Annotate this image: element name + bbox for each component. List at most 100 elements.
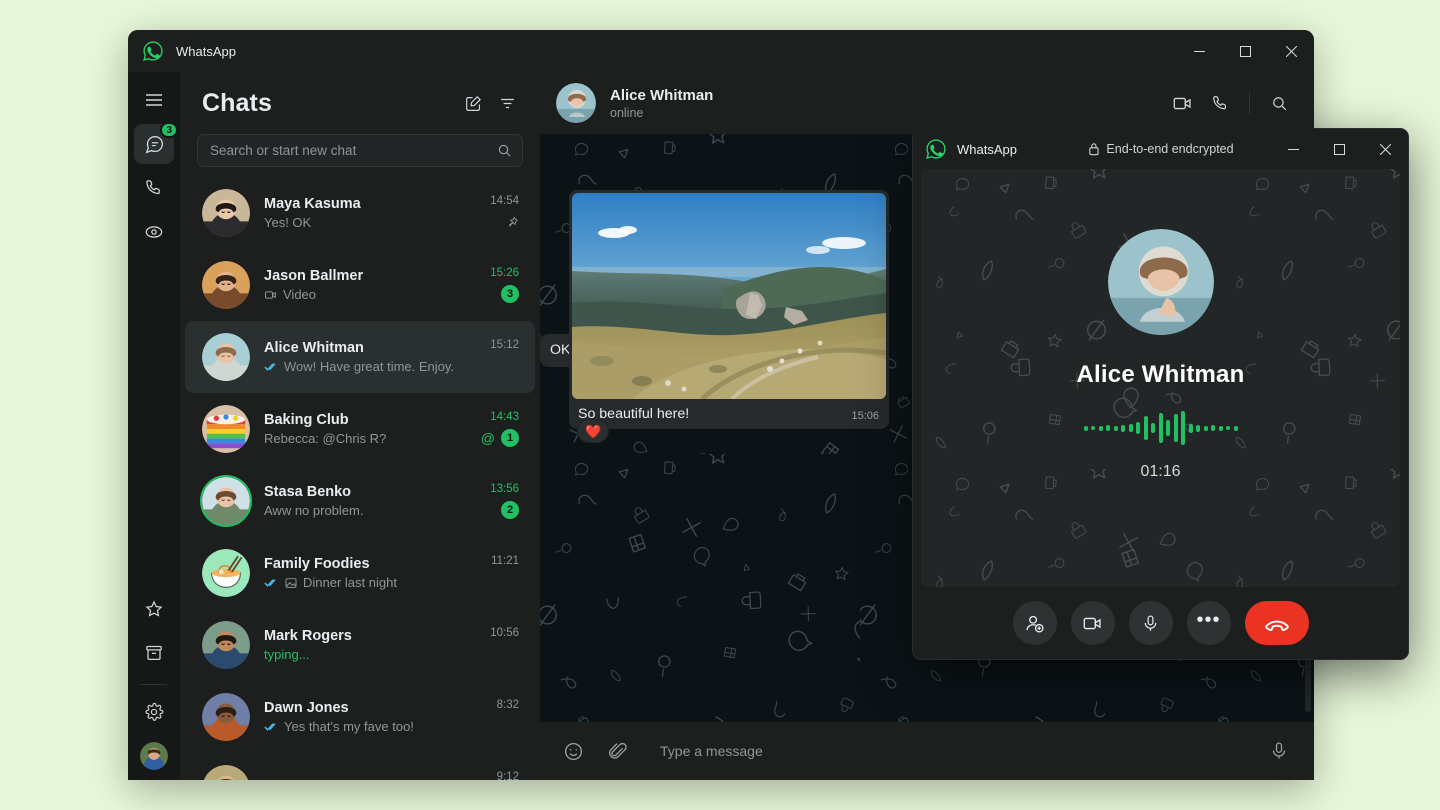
contact-avatar[interactable]: [202, 405, 250, 453]
waveform-bar: [1114, 426, 1118, 431]
chat-item-body: Baking ClubRebecca: @Chris R?: [264, 412, 471, 446]
message-photo[interactable]: [572, 193, 886, 399]
call-close-button[interactable]: [1362, 129, 1408, 169]
encryption-text: End-to-end endcrypted: [1106, 142, 1233, 156]
waveform-bar: [1226, 426, 1230, 430]
new-chat-icon[interactable]: [456, 86, 490, 120]
call-titlebar: WhatsApp End-to-end endcrypted: [913, 129, 1408, 169]
chat-list-item[interactable]: Dawn JonesYes that's my fave too!8:32: [185, 681, 535, 753]
chat-item-preview: typing...: [264, 647, 471, 662]
chat-list-item[interactable]: Ziggy Woodley9:12: [185, 753, 535, 780]
sidebar-item-calls[interactable]: [134, 168, 174, 208]
conversation-search-icon[interactable]: [1262, 86, 1296, 120]
maximize-button[interactable]: [1222, 30, 1268, 72]
chat-list-item[interactable]: Maya KasumaYes! OK14:54: [185, 177, 535, 249]
microphone-icon[interactable]: [1264, 736, 1294, 766]
contact-avatar[interactable]: [202, 621, 250, 669]
chat-item-indicators: [505, 213, 519, 231]
chat-item-body: Stasa BenkoAww no problem.: [264, 484, 471, 518]
toggle-video-button[interactable]: [1071, 601, 1115, 645]
call-stage: Alice Whitman 01:16: [921, 169, 1400, 587]
chat-item-meta: 10:56: [479, 627, 519, 663]
chat-item-meta: 15:263: [479, 267, 519, 303]
video-icon: [264, 288, 278, 302]
video-call-icon[interactable]: [1165, 86, 1199, 120]
more-options-button[interactable]: •••: [1187, 601, 1231, 645]
chat-item-meta: 8:32: [479, 699, 519, 735]
chat-item-meta: 9:12: [479, 771, 519, 780]
chat-item-time: 11:21: [491, 555, 519, 567]
chat-item-preview: Wow! Have great time. Enjoy.: [264, 359, 471, 374]
sidebar-item-settings[interactable]: [134, 692, 174, 732]
contact-avatar[interactable]: [202, 549, 250, 597]
preview-text: typing...: [264, 647, 310, 662]
chat-item-time: 13:56: [490, 483, 519, 495]
contact-avatar[interactable]: [202, 333, 250, 381]
minimize-button[interactable]: [1176, 30, 1222, 72]
attach-icon[interactable]: [602, 736, 632, 766]
chat-list-item[interactable]: Family FoodiesDinner last night 11:21: [185, 537, 535, 609]
chat-item-body: Family FoodiesDinner last night: [264, 556, 471, 590]
contact-status: online: [610, 106, 1165, 120]
toggle-mute-button[interactable]: [1129, 601, 1173, 645]
chat-item-time: 15:26: [490, 267, 519, 279]
message-input[interactable]: Type a message: [646, 743, 1250, 759]
chat-item-preview: Video: [264, 287, 471, 302]
sidebar-item-chats[interactable]: 3: [134, 124, 174, 164]
contact-avatar[interactable]: [202, 189, 250, 237]
close-button[interactable]: [1268, 30, 1314, 72]
chat-list-item[interactable]: Stasa BenkoAww no problem.13:562: [185, 465, 535, 537]
call-duration: 01:16: [1140, 463, 1180, 481]
contact-avatar[interactable]: [556, 83, 596, 123]
lock-icon: [1087, 142, 1099, 156]
profile-avatar[interactable]: [140, 742, 168, 770]
photo-icon: [284, 576, 298, 590]
contact-avatar[interactable]: [202, 477, 250, 525]
chat-item-name: Dawn Jones: [264, 700, 471, 716]
rail-divider: [141, 684, 167, 685]
chat-list-pane: Chats Search or start new chat: [180, 72, 540, 780]
chat-list-item[interactable]: Baking ClubRebecca: @Chris R?14:43@1: [185, 393, 535, 465]
chat-item-meta: 13:562: [479, 483, 519, 519]
unread-badge: 1: [501, 429, 519, 447]
chat-item-time: 15:12: [490, 339, 519, 351]
sidebar-item-archived[interactable]: [134, 633, 174, 673]
chat-item-preview: Rebecca: @Chris R?: [264, 431, 471, 446]
call-minimize-button[interactable]: [1270, 129, 1316, 169]
filter-icon[interactable]: [490, 86, 524, 120]
read-receipt-icon: [264, 361, 279, 372]
image-message-bubble[interactable]: So beautiful here! 15:06 ❤️: [569, 190, 889, 429]
waveform-bar: [1121, 425, 1125, 432]
search-container: Search or start new chat: [180, 134, 540, 177]
contact-info[interactable]: Alice Whitman online: [610, 87, 1165, 120]
call-maximize-button[interactable]: [1316, 129, 1362, 169]
chat-list-scroll[interactable]: Maya KasumaYes! OK14:54Jason BallmerVide…: [180, 177, 540, 780]
chat-list-item[interactable]: Mark Rogerstyping...10:56: [185, 609, 535, 681]
pin-icon: [505, 215, 519, 230]
whatsapp-logo-icon: [142, 40, 164, 62]
chat-item-meta: 14:43@1: [479, 411, 519, 447]
search-input[interactable]: Search or start new chat: [197, 134, 523, 167]
chat-item-time: 14:43: [490, 411, 519, 423]
chat-list-item[interactable]: Jason BallmerVideo15:263: [185, 249, 535, 321]
waveform-bar: [1211, 425, 1215, 431]
voice-call-icon[interactable]: [1203, 86, 1237, 120]
end-call-button[interactable]: [1245, 601, 1309, 645]
menu-button[interactable]: [134, 80, 174, 120]
sidebar-item-status[interactable]: [134, 212, 174, 252]
chat-item-preview: Yes! OK: [264, 215, 471, 230]
waveform-bar: [1159, 413, 1163, 443]
waveform-bar: [1106, 425, 1110, 431]
emoji-icon[interactable]: [558, 736, 588, 766]
message-reaction[interactable]: ❤️: [577, 419, 609, 443]
waveform-bar: [1219, 426, 1223, 431]
contact-avatar[interactable]: [202, 261, 250, 309]
contact-avatar[interactable]: [202, 693, 250, 741]
sidebar-item-starred[interactable]: [134, 589, 174, 629]
contact-avatar[interactable]: [202, 765, 250, 780]
preview-text: Aww no problem.: [264, 503, 363, 518]
search-placeholder: Search or start new chat: [210, 143, 497, 158]
call-controls: •••: [913, 587, 1408, 659]
chat-list-item[interactable]: Alice WhitmanWow! Have great time. Enjoy…: [185, 321, 535, 393]
add-participant-button[interactable]: [1013, 601, 1057, 645]
